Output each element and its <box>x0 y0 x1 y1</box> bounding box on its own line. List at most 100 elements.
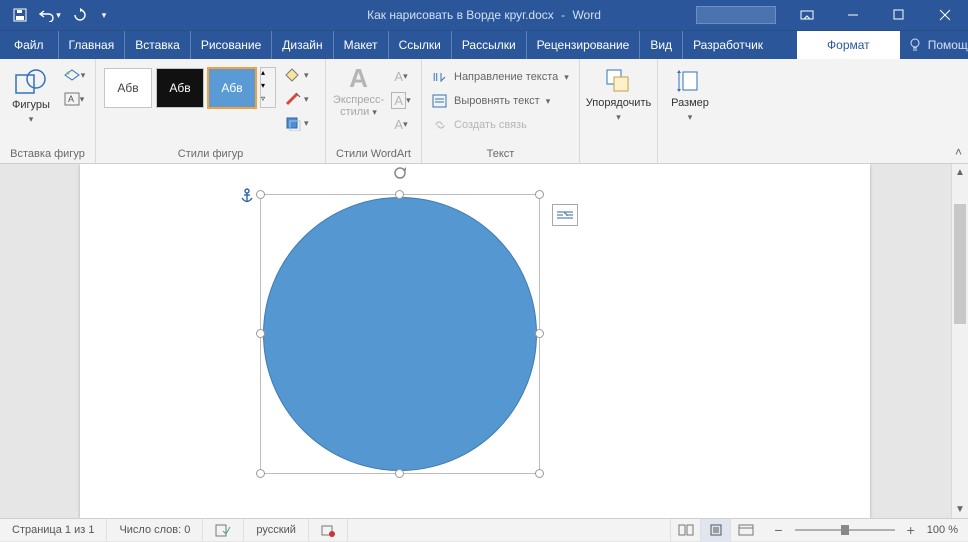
qat-customize[interactable]: ▾ <box>96 1 112 29</box>
resize-handle-ml[interactable] <box>256 329 265 338</box>
shape-style-gallery[interactable]: Абв Абв Абв ▴ ▾ ▿ <box>104 63 276 108</box>
zoom-slider-knob[interactable] <box>841 525 849 535</box>
align-text-button[interactable]: Выровнять текст ▾ <box>430 91 571 111</box>
layout-options-button[interactable] <box>552 204 578 226</box>
status-bar: Страница 1 из 1 Число слов: 0 русский − … <box>0 518 968 541</box>
redo-button[interactable] <box>66 1 94 29</box>
zoom-control: − + 100 % <box>760 522 968 538</box>
arrange-button[interactable]: Упорядочить ▾ <box>588 63 649 123</box>
shape-selection-frame[interactable] <box>260 194 540 474</box>
scroll-thumb[interactable] <box>954 204 966 324</box>
shape-effects-button[interactable]: ▾ <box>282 113 311 133</box>
tab-view[interactable]: Вид <box>640 31 683 59</box>
scroll-down-button[interactable]: ▼ <box>952 501 968 518</box>
save-button[interactable] <box>6 1 34 29</box>
wordart-quick-styles[interactable]: A Экспресс-стили ▾ <box>334 63 383 118</box>
title-separator: - <box>561 8 565 22</box>
proofing-icon <box>215 523 231 537</box>
minimize-button[interactable] <box>830 0 876 30</box>
chevron-down-icon: ▾ <box>616 112 621 123</box>
resize-handle-bm[interactable] <box>395 469 404 478</box>
view-read-mode[interactable] <box>670 519 700 542</box>
tell-me-label: Помощн <box>928 38 968 52</box>
zoom-slider[interactable] <box>795 529 895 531</box>
group-text-label: Текст <box>430 146 571 161</box>
tab-insert[interactable]: Вставка <box>125 31 191 59</box>
tab-format[interactable]: Формат <box>797 31 900 59</box>
tab-layout[interactable]: Макет <box>334 31 389 59</box>
status-page[interactable]: Страница 1 из 1 <box>0 519 107 541</box>
circle-shape[interactable] <box>263 197 537 471</box>
status-language[interactable]: русский <box>244 519 308 541</box>
resize-handle-tl[interactable] <box>256 190 265 199</box>
gallery-scroll-down[interactable]: ▾ <box>261 81 275 94</box>
account-area[interactable] <box>696 6 776 24</box>
tab-design[interactable]: Дизайн <box>272 31 333 59</box>
document-area: ▲ ▼ <box>0 164 968 518</box>
wordart-A-icon: A <box>349 63 368 94</box>
create-link-button: Создать связь <box>430 115 571 135</box>
svg-text:ll: ll <box>433 72 438 84</box>
scroll-up-button[interactable]: ▲ <box>952 164 968 181</box>
gallery-scroll-up[interactable]: ▴ <box>261 68 275 81</box>
shape-fill-button[interactable]: ▾ <box>282 65 311 85</box>
text-outline-button[interactable]: A ▾ <box>389 91 413 109</box>
edit-shape-button[interactable]: ▾ <box>60 65 88 85</box>
close-button[interactable] <box>922 0 968 30</box>
text-fill-button[interactable]: A ▾ <box>389 67 413 85</box>
page-viewport[interactable] <box>0 164 951 518</box>
ribbon-tabs: Файл Главная Вставка Рисование Дизайн Ма… <box>0 30 968 59</box>
tab-review[interactable]: Рецензирование <box>527 31 641 59</box>
vertical-scrollbar[interactable]: ▲ ▼ <box>951 164 968 518</box>
resize-handle-bl[interactable] <box>256 469 265 478</box>
zoom-in-button[interactable]: + <box>903 522 919 538</box>
view-print-layout[interactable] <box>700 519 730 542</box>
shapes-gallery-button[interactable]: Фигуры ▾ <box>8 63 54 125</box>
shape-edit-column: ▾ A▾ <box>60 63 88 109</box>
text-direction-button[interactable]: llНаправление текста ▾ <box>430 67 571 87</box>
tab-home[interactable]: Главная <box>59 31 126 59</box>
shape-fx-column: ▾ ▾ ▾ <box>282 63 311 133</box>
draw-text-box-button[interactable]: A▾ <box>60 89 88 109</box>
size-button[interactable]: Размер ▾ <box>667 63 713 123</box>
page[interactable] <box>80 164 870 518</box>
group-wordart-label: Стили WordArt <box>334 146 413 161</box>
tell-me[interactable]: Помощн <box>900 31 968 59</box>
view-web-layout[interactable] <box>730 519 760 542</box>
collapse-ribbon-button[interactable]: ˄ <box>955 145 962 159</box>
resize-handle-tr[interactable] <box>535 190 544 199</box>
gallery-expand[interactable]: ▿ <box>261 94 275 107</box>
tab-draw[interactable]: Рисование <box>191 31 272 59</box>
resize-handle-mr[interactable] <box>535 329 544 338</box>
style-thumb-3[interactable]: Абв <box>208 68 256 108</box>
ribbon-options-button[interactable] <box>784 0 830 30</box>
tab-file[interactable]: Файл <box>0 31 59 59</box>
status-macro[interactable] <box>309 519 348 541</box>
resize-handle-br[interactable] <box>535 469 544 478</box>
arrange-label: Упорядочить <box>586 97 651 110</box>
style-thumb-2[interactable]: Абв <box>156 68 204 108</box>
status-word-count[interactable]: Число слов: 0 <box>107 519 203 541</box>
tab-developer[interactable]: Разработчик <box>683 31 773 59</box>
zoom-level[interactable]: 100 % <box>927 524 958 536</box>
style-thumb-1[interactable]: Абв <box>104 68 152 108</box>
group-insert-shapes-label: Вставка фигур <box>8 146 87 161</box>
zoom-out-button[interactable]: − <box>770 522 786 538</box>
tab-references[interactable]: Ссылки <box>389 31 452 59</box>
app-name: Word <box>572 8 600 22</box>
text-effects-button[interactable]: A ▾ <box>389 115 413 133</box>
quick-access-toolbar: ▾ ▾ <box>0 1 112 29</box>
group-shape-styles-label: Стили фигур <box>104 146 317 161</box>
shape-outline-button[interactable]: ▾ <box>282 89 311 109</box>
group-arrange: Упорядочить ▾ <box>580 59 658 163</box>
rotate-handle[interactable] <box>392 165 408 181</box>
undo-button[interactable]: ▾ <box>36 1 64 29</box>
svg-text:A: A <box>68 94 74 104</box>
resize-handle-tm[interactable] <box>395 190 404 199</box>
chevron-down-icon: ▾ <box>29 114 34 125</box>
maximize-button[interactable] <box>876 0 922 30</box>
group-insert-shapes: Фигуры ▾ ▾ A▾ Вставка фигур <box>0 59 96 163</box>
tab-mailings[interactable]: Рассылки <box>452 31 527 59</box>
group-wordart-styles: A Экспресс-стили ▾ A ▾ A ▾ A ▾ Стили Wor… <box>326 59 422 163</box>
status-proofing[interactable] <box>203 519 244 541</box>
